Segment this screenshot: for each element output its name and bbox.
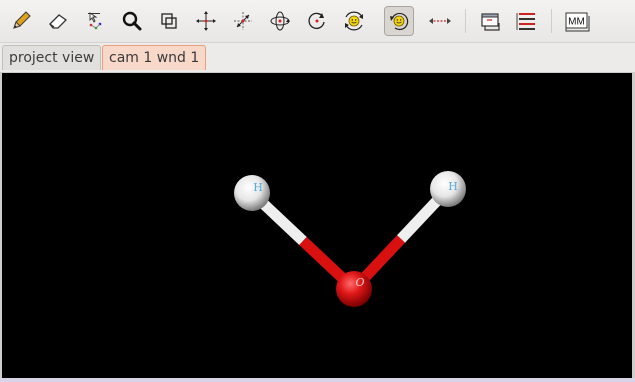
mm-label: MM bbox=[568, 17, 585, 28]
tab-label: cam 1 wnd 1 bbox=[109, 50, 200, 66]
translate-xy-icon[interactable] bbox=[191, 6, 221, 36]
toolbar-separator bbox=[465, 9, 466, 33]
toolbar: MM bbox=[0, 0, 635, 43]
pencil-icon[interactable] bbox=[6, 6, 36, 36]
tab-label: project view bbox=[9, 50, 95, 66]
status-strip bbox=[0, 378, 635, 382]
build-icon[interactable] bbox=[476, 6, 506, 36]
atom-hydrogen-2[interactable]: H bbox=[430, 171, 466, 207]
atom-label: H bbox=[448, 180, 458, 193]
mm-icon[interactable]: MM bbox=[562, 6, 592, 36]
rotate-xy-icon[interactable] bbox=[339, 6, 369, 36]
viewport-frame: H H O bbox=[0, 72, 635, 380]
tab-project-view[interactable]: project view bbox=[2, 45, 102, 70]
translate-z-icon[interactable] bbox=[228, 6, 258, 36]
tab-cam-1-wnd-1[interactable]: cam 1 wnd 1 bbox=[102, 45, 207, 70]
atom-label: H bbox=[253, 181, 263, 194]
orbit-z-icon[interactable] bbox=[302, 6, 332, 36]
eraser-icon[interactable] bbox=[43, 6, 73, 36]
toolbar-separator bbox=[551, 9, 552, 33]
molecule-scene: H H O bbox=[234, 171, 466, 307]
select-atoms-icon[interactable] bbox=[80, 6, 110, 36]
rotate-z-icon[interactable] bbox=[384, 6, 414, 36]
clipping-icon[interactable] bbox=[154, 6, 184, 36]
ribbon-icon[interactable] bbox=[512, 6, 542, 36]
tab-bar: project view cam 1 wnd 1 bbox=[0, 43, 635, 72]
app-window: MM project view cam 1 wnd 1 H H O bbox=[0, 0, 635, 382]
magnifier-icon[interactable] bbox=[117, 6, 147, 36]
atom-oxygen[interactable]: O bbox=[336, 271, 372, 307]
atom-hydrogen-1[interactable]: H bbox=[234, 175, 270, 211]
atom-label: O bbox=[355, 276, 364, 289]
molecule-viewport[interactable]: H H O bbox=[2, 73, 632, 378]
measure-icon[interactable] bbox=[425, 6, 455, 36]
orbit-xy-icon[interactable] bbox=[265, 6, 295, 36]
